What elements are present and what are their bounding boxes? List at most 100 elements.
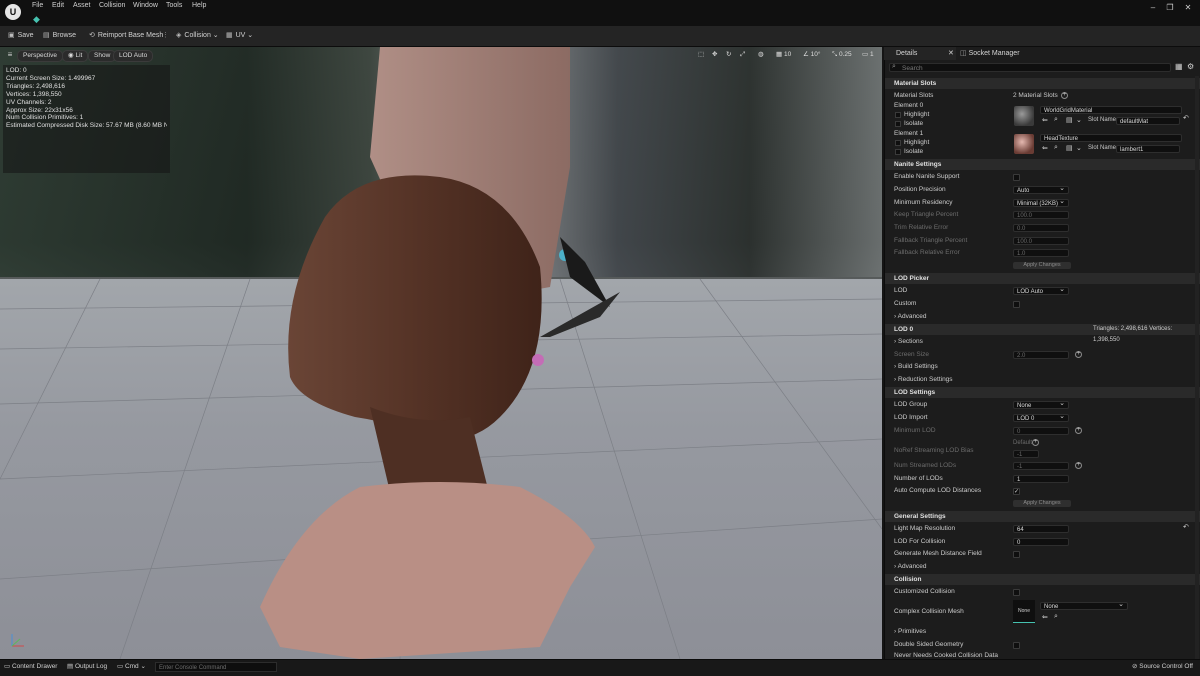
collision-dropdown[interactable]: ◈ Collision ⌄ <box>176 29 219 43</box>
add-screen-size-icon[interactable]: + <box>1075 351 1082 358</box>
view-options-icon[interactable]: ▦ <box>1175 62 1183 71</box>
highlight-checkbox-1[interactable] <box>895 140 901 146</box>
source-control-button[interactable]: ⊘ Source Control Off <box>1132 661 1193 673</box>
lod-auto-button[interactable]: LOD Auto <box>113 50 154 62</box>
reset-to-default-icon[interactable]: ↶ <box>1183 114 1189 122</box>
uv-dropdown[interactable]: ▦ UV ⌄ <box>226 29 253 43</box>
minimum-residency-dropdown[interactable]: Minimal (32KB) <box>1013 198 1069 207</box>
add-default-icon[interactable]: + <box>1032 439 1039 446</box>
menu-file[interactable]: File <box>32 2 43 9</box>
expand-icon[interactable]: ⌄ <box>1076 144 1082 152</box>
menu-asset[interactable]: Asset <box>73 2 91 9</box>
section-general-settings[interactable]: General Settings <box>885 511 1200 522</box>
tab-details[interactable]: Details <box>884 47 956 60</box>
lod-group-dropdown[interactable]: None <box>1013 400 1069 409</box>
isolate-checkbox-0[interactable] <box>895 121 901 127</box>
toolbar-options-icon[interactable]: ⋮ <box>162 29 169 43</box>
close-icon[interactable]: ✕ <box>1180 3 1196 15</box>
lod0-reduction-settings[interactable]: › Reduction Settings <box>885 375 953 385</box>
menu-help[interactable]: Help <box>192 2 206 9</box>
num-streamed-lods-input[interactable]: -1 <box>1013 462 1069 470</box>
custom-checkbox[interactable] <box>1013 301 1020 308</box>
viewport-menu-icon[interactable]: ≡ <box>5 50 15 60</box>
maximize-icon[interactable]: ❐ <box>1162 3 1178 15</box>
noref-streaming-input[interactable]: -1 <box>1013 450 1039 458</box>
browse-asset-icon[interactable]: ⌕ <box>1054 613 1058 621</box>
edit-asset-icon[interactable]: ▤ <box>1066 144 1073 152</box>
close-tab-icon[interactable]: ✕ <box>948 47 954 60</box>
add-material-slot-icon[interactable]: + <box>1061 92 1068 99</box>
add-num-streamed-icon[interactable]: + <box>1075 462 1082 469</box>
camera-speed[interactable]: ▭ 1 <box>862 49 874 61</box>
scale-tool-icon[interactable]: ⤢ <box>740 49 745 61</box>
section-material-slots[interactable]: Material Slots <box>885 78 1200 89</box>
lit-button[interactable]: ◉ Lit <box>62 50 89 62</box>
lod0-build-settings[interactable]: › Build Settings <box>885 362 938 372</box>
trim-relative-error-input[interactable]: 0.0 <box>1013 224 1069 232</box>
details-search-input[interactable]: Search <box>889 63 1171 72</box>
screen-size-input[interactable]: 2.0 <box>1013 351 1069 359</box>
use-selected-icon[interactable]: ⇐ <box>1042 613 1048 621</box>
highlight-checkbox-0[interactable] <box>895 112 901 118</box>
output-log-button[interactable]: ▤ Output Log <box>67 661 107 673</box>
material-picker-0[interactable]: WorldGridMaterial <box>1040 106 1182 114</box>
auto-compute-lod-checkbox[interactable]: ✓ <box>1013 488 1020 495</box>
move-tool-icon[interactable]: ✥ <box>712 49 717 61</box>
edit-asset-icon[interactable]: ▤ <box>1066 116 1073 124</box>
details-scrollbar[interactable] <box>1195 76 1199 659</box>
generate-distance-field-checkbox[interactable] <box>1013 551 1020 558</box>
scale-snap[interactable]: ⤡ 0.25 <box>832 49 852 61</box>
lod-import-dropdown[interactable]: LOD 0 <box>1013 413 1069 422</box>
content-drawer-button[interactable]: ▭ Content Drawer <box>4 661 57 673</box>
reset-to-default-icon[interactable]: ↶ <box>1183 523 1189 531</box>
settings-icon[interactable]: ⚙ <box>1187 62 1194 71</box>
expand-icon[interactable]: ⌄ <box>1076 116 1082 124</box>
browse-asset-icon[interactable]: ⌕ <box>1054 116 1058 124</box>
rotate-tool-icon[interactable]: ↻ <box>726 49 731 61</box>
angle-snap[interactable]: ∠ 10° <box>803 49 820 61</box>
tab-socket-manager[interactable]: ◫ Socket Manager <box>960 47 1020 60</box>
collision-mesh-thumbnail[interactable]: None <box>1013 600 1035 623</box>
position-precision-dropdown[interactable]: Auto <box>1013 185 1069 194</box>
cmd-dropdown[interactable]: ▭ Cmd ⌄ <box>117 661 146 673</box>
lod-apply-changes-button[interactable]: Apply Changes <box>1013 500 1071 507</box>
menu-collision[interactable]: Collision <box>99 2 125 9</box>
slot-name-input-0[interactable]: defaultMat <box>1116 117 1180 125</box>
viewport[interactable]: ≡ Perspective ◉ Lit Show LOD Auto LOD: 0… <box>0 47 882 659</box>
material-thumbnail-1[interactable] <box>1014 134 1034 154</box>
console-command-input[interactable]: Enter Console Command <box>155 662 277 672</box>
menu-edit[interactable]: Edit <box>52 2 64 9</box>
section-nanite-settings[interactable]: Nanite Settings <box>885 159 1200 170</box>
customized-collision-checkbox[interactable] <box>1013 589 1020 596</box>
slot-name-input-1[interactable]: lambert1 <box>1116 145 1180 153</box>
double-sided-checkbox[interactable] <box>1013 642 1020 649</box>
general-advanced[interactable]: › Advanced <box>885 562 927 572</box>
isolate-checkbox-1[interactable] <box>895 149 901 155</box>
browse-asset-icon[interactable]: ⌕ <box>1054 144 1058 152</box>
lod-for-collision-input[interactable]: 0 <box>1013 538 1069 546</box>
section-collision[interactable]: Collision <box>885 574 1200 585</box>
save-button[interactable]: ▣ Save <box>8 29 34 43</box>
use-selected-icon[interactable]: ⇐ <box>1042 116 1048 124</box>
collision-primitives[interactable]: › Primitives <box>885 627 926 637</box>
use-selected-icon[interactable]: ⇐ <box>1042 144 1048 152</box>
add-min-lod-override-icon[interactable]: + <box>1075 427 1082 434</box>
section-lod-settings[interactable]: LOD Settings <box>885 387 1200 398</box>
minimum-lod-input[interactable]: 0 <box>1013 427 1069 435</box>
unreal-logo-icon[interactable]: U <box>5 4 21 20</box>
static-mesh-tab-icon[interactable]: ◆ <box>33 15 42 24</box>
complex-collision-mesh-dropdown[interactable]: None <box>1040 601 1128 610</box>
lod0-sections[interactable]: › Sections <box>885 337 923 347</box>
nanite-apply-changes-button[interactable]: Apply Changes <box>1013 262 1071 269</box>
fallback-relative-error-input[interactable]: 1.0 <box>1013 249 1069 257</box>
material-picker-1[interactable]: HeadTexture <box>1040 134 1182 142</box>
lod-picker-advanced[interactable]: › Advanced <box>885 312 927 322</box>
number-of-lods-input[interactable]: 1 <box>1013 475 1069 483</box>
menu-window[interactable]: Window <box>133 2 158 9</box>
grid-snap[interactable]: ▦ 10 <box>776 49 791 61</box>
browse-button[interactable]: ▤ Browse <box>43 29 76 43</box>
section-lod-picker[interactable]: LOD Picker <box>885 273 1200 284</box>
material-thumbnail-0[interactable] <box>1014 106 1034 126</box>
lod-dropdown[interactable]: LOD Auto <box>1013 286 1069 295</box>
lightmap-resolution-input[interactable]: 64 <box>1013 525 1069 533</box>
